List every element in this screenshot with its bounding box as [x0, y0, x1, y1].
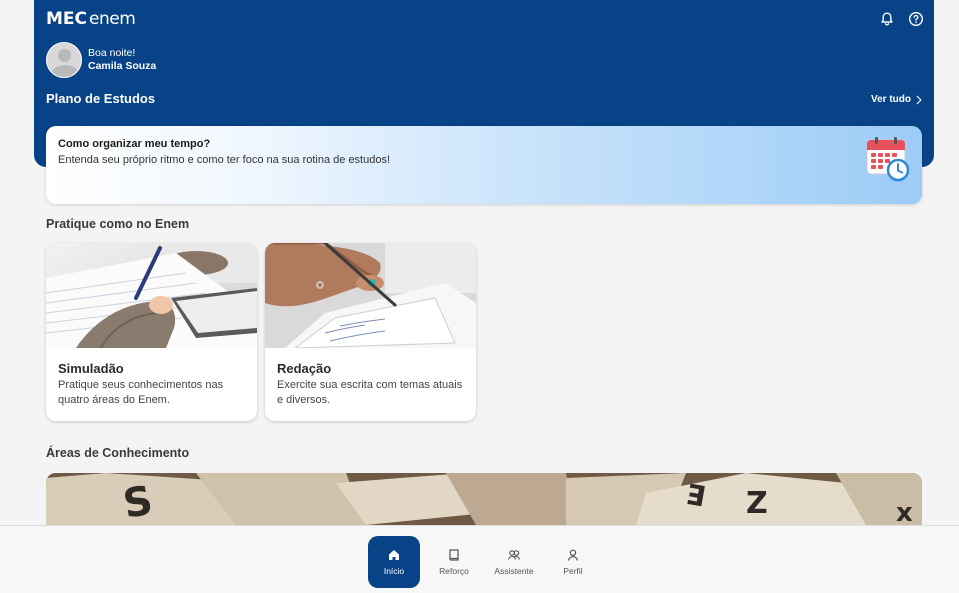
people-icon — [507, 550, 520, 560]
nav-assistente[interactable]: Assistente — [488, 536, 540, 588]
redacao-title: Redação — [277, 361, 332, 376]
redacao-image — [265, 243, 476, 348]
nav-assistente-label: Assistente — [494, 566, 534, 576]
logo-mec: MEC — [46, 9, 88, 29]
simulado-title: Simuladão — [58, 361, 124, 376]
simulado-description: Pratique seus conhecimentos nas quatro á… — [58, 379, 224, 406]
see-all-link[interactable]: Ver tudo — [871, 94, 922, 105]
nav-inicio-label: Início — [383, 566, 405, 576]
help-icon[interactable] — [908, 11, 924, 27]
redacao-card[interactable]: Redação Exercite sua escrita com temas a… — [265, 243, 476, 421]
areas-banner-image[interactable]: S E Z x — [46, 473, 922, 525]
nav-reforco[interactable]: Reforço — [428, 536, 480, 588]
user-greeting: Boa noite! Camila Souza — [46, 42, 156, 78]
study-tip-card[interactable]: Como organizar meu tempo? Entenda seu pr… — [46, 126, 922, 204]
practice-section-title: Pratique como no Enem — [46, 217, 190, 231]
user-icon — [567, 549, 579, 561]
tip-subtitle: Entenda seu próprio ritmo e como ter foc… — [58, 154, 391, 166]
bottom-navigation: Início Reforço Assistente Perfil — [0, 525, 959, 593]
calendar-clock-icon — [866, 137, 910, 182]
see-all-label: Ver tudo — [870, 94, 911, 105]
mec-enem-logo: MEC enem — [46, 9, 136, 29]
user-name: Camila Souza — [88, 60, 157, 72]
svg-text:Z: Z — [746, 486, 768, 521]
chevron-right-icon — [916, 95, 922, 104]
areas-section-title: Áreas de Conhecimento — [46, 446, 190, 460]
nav-reforco-label: Reforço — [439, 566, 469, 576]
nav-perfil-label: Perfil — [563, 566, 583, 576]
book-icon — [449, 549, 459, 561]
study-plan-title: Plano de Estudos — [46, 91, 156, 106]
nav-inicio[interactable]: Início — [368, 536, 420, 588]
logo-enem: enem — [89, 9, 136, 29]
svg-text:x: x — [896, 498, 913, 525]
simulado-image — [46, 243, 257, 348]
home-icon — [389, 550, 399, 560]
greeting-text: Boa noite! — [88, 47, 136, 59]
bell-icon[interactable] — [879, 11, 895, 27]
nav-perfil[interactable]: Perfil — [547, 536, 599, 588]
simulado-card[interactable]: Simuladão Pratique seus conhecimentos na… — [46, 243, 257, 421]
tip-title: Como organizar meu tempo? — [58, 138, 211, 150]
avatar[interactable] — [46, 42, 82, 78]
redacao-description: Exercite sua escrita com temas atuais e … — [277, 379, 463, 406]
